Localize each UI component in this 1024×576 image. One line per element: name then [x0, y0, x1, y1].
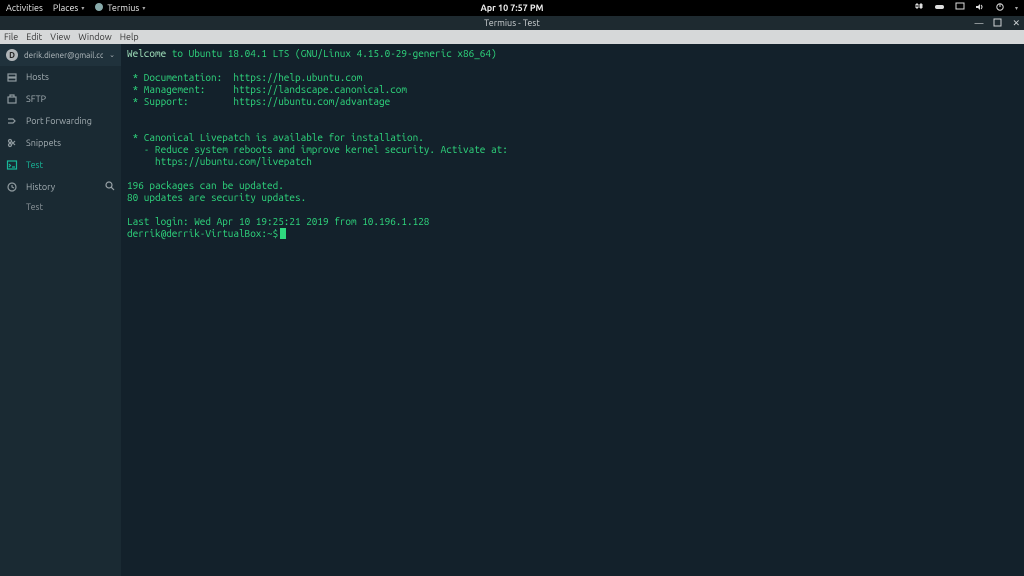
- menu-window[interactable]: Window: [78, 32, 111, 42]
- menu-file[interactable]: File: [4, 32, 18, 42]
- chevron-down-icon[interactable]: ▾: [1015, 5, 1018, 12]
- welcome-keyword: Welcome: [127, 48, 166, 59]
- sidebar-item-sftp[interactable]: SFTP: [0, 88, 121, 110]
- sidebar-item-terminal[interactable]: Test: [0, 154, 121, 176]
- sidebar-item-label: SFTP: [26, 94, 115, 104]
- sidebar: D derik.diener@gmail.com ⌄ Hosts SFTP Po…: [0, 44, 121, 576]
- power-icon[interactable]: [995, 2, 1005, 14]
- dropbox-icon[interactable]: [914, 2, 924, 14]
- support-url: https://ubuntu.com/advantage: [233, 96, 390, 107]
- sftp-icon: [6, 93, 18, 105]
- close-button[interactable]: ✕: [1012, 18, 1020, 29]
- snippets-icon: [6, 137, 18, 149]
- account-email: derik.diener@gmail.com: [24, 51, 103, 60]
- window-title: Termius - Test: [484, 18, 540, 28]
- terminal-output[interactable]: Welcome to Ubuntu 18.04.1 LTS (GNU/Linux…: [121, 44, 1024, 576]
- history-entry[interactable]: Test: [0, 198, 121, 216]
- sidebar-item-label: Snippets: [26, 138, 115, 148]
- account-switcher[interactable]: D derik.diener@gmail.com ⌄: [0, 44, 121, 66]
- livepatch-url: https://ubuntu.com/livepatch: [127, 156, 312, 167]
- chevron-down-icon: ▾: [81, 5, 84, 12]
- activities-button[interactable]: Activities: [6, 3, 43, 13]
- chevron-down-icon: ▾: [142, 5, 145, 12]
- desktop-top-bar: Activities Places ▾ Termius ▾ Apr 10 7:5…: [0, 0, 1024, 16]
- sidebar-item-label: History: [26, 182, 97, 192]
- sidebar-item-label: Hosts: [26, 72, 115, 82]
- app-menu[interactable]: Termius ▾: [94, 2, 145, 14]
- search-icon[interactable]: [105, 181, 115, 193]
- volume-icon[interactable]: [975, 2, 985, 14]
- sidebar-item-snippets[interactable]: Snippets: [0, 132, 121, 154]
- last-login-line: Last login: Wed Apr 10 19:25:21 2019 fro…: [127, 216, 429, 227]
- history-icon: [6, 181, 18, 193]
- hosts-icon: [6, 71, 18, 83]
- menu-help[interactable]: Help: [120, 32, 139, 42]
- livepatch-line: * Canonical Livepatch is available for i…: [127, 132, 424, 143]
- livepatch-line: - Reduce system reboots and improve kern…: [127, 144, 508, 155]
- screen-icon[interactable]: [955, 2, 965, 14]
- app-menu-bar: File Edit View Window Help: [0, 30, 1024, 44]
- mgmt-label: * Management:: [127, 84, 233, 95]
- port-forwarding-icon: [6, 115, 18, 127]
- packages-line: 196 packages can be updated.: [127, 180, 284, 191]
- avatar: D: [6, 49, 18, 61]
- places-label: Places: [53, 3, 78, 13]
- app-menu-label: Termius: [107, 3, 139, 13]
- sidebar-item-history[interactable]: History: [0, 176, 121, 198]
- welcome-line: to Ubuntu 18.04.1 LTS (GNU/Linux 4.15.0-…: [166, 48, 496, 59]
- window-title-bar[interactable]: Termius - Test — ✕: [0, 16, 1024, 30]
- support-label: * Support:: [127, 96, 233, 107]
- doc-url: https://help.ubuntu.com: [233, 72, 362, 83]
- sidebar-item-port-forwarding[interactable]: Port Forwarding: [0, 110, 121, 132]
- maximize-button[interactable]: [993, 18, 1002, 29]
- security-updates-line: 80 updates are security updates.: [127, 192, 306, 203]
- menu-view[interactable]: View: [50, 32, 70, 42]
- app-body: D derik.diener@gmail.com ⌄ Hosts SFTP Po…: [0, 44, 1024, 576]
- mgmt-url: https://landscape.canonical.com: [233, 84, 407, 95]
- clock[interactable]: Apr 10 7:57 PM: [480, 3, 543, 13]
- shell-prompt: derrik@derrik-VirtualBox:~$: [127, 228, 278, 239]
- terminal-cursor: [280, 228, 286, 239]
- sidebar-item-label: Test: [26, 160, 115, 170]
- sidebar-item-hosts[interactable]: Hosts: [0, 66, 121, 88]
- sidebar-item-label: Port Forwarding: [26, 116, 115, 126]
- chevron-down-icon: ⌄: [109, 51, 115, 59]
- system-tray: ▾: [914, 2, 1018, 14]
- controller-icon[interactable]: [934, 2, 945, 14]
- doc-label: * Documentation:: [127, 72, 233, 83]
- places-menu[interactable]: Places ▾: [53, 3, 84, 13]
- minimize-button[interactable]: —: [974, 18, 983, 28]
- menu-edit[interactable]: Edit: [26, 32, 42, 42]
- termius-app-icon: [94, 2, 104, 14]
- terminal-icon: [6, 159, 18, 171]
